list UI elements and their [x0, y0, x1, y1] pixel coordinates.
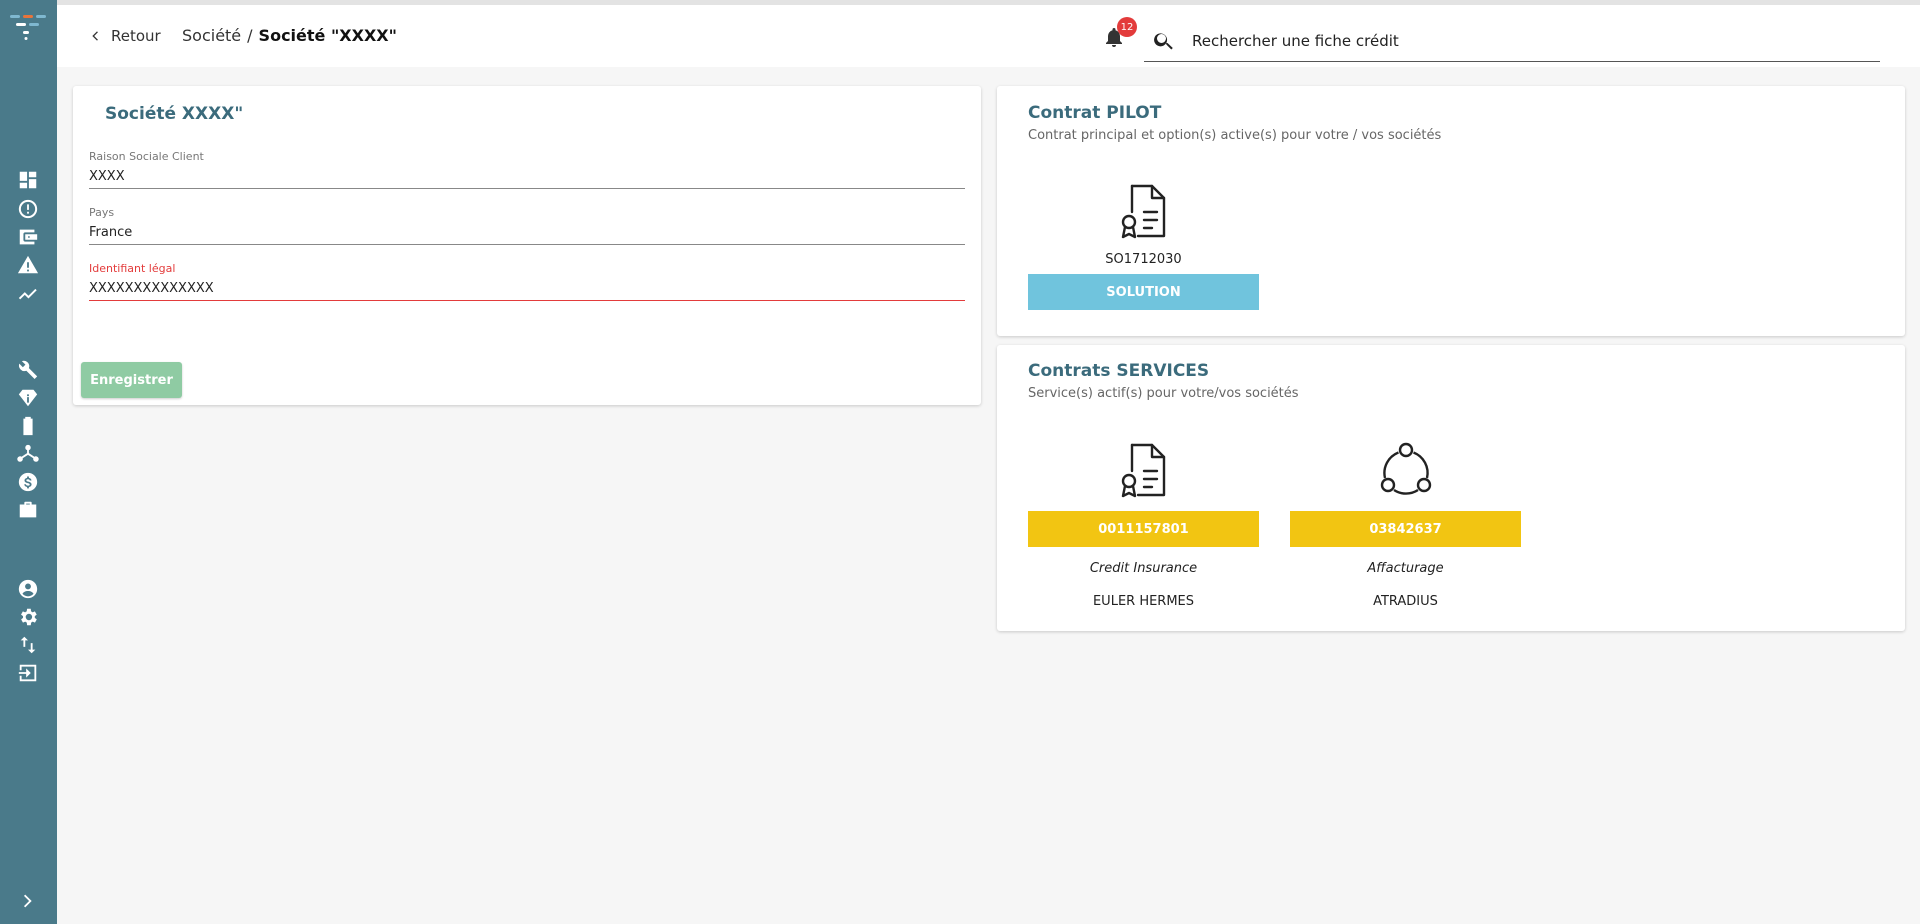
- service-contract-number[interactable]: 0011157801: [1028, 511, 1259, 547]
- top-header: Retour Société / Société "XXXX" 12: [57, 5, 1920, 67]
- services-card-subtitle: Service(s) actif(s) pour votre/vos socié…: [1028, 386, 1299, 401]
- service-contract-type: Credit Insurance: [1089, 561, 1198, 576]
- battery-icon[interactable]: [16, 414, 40, 438]
- back-button[interactable]: Retour: [87, 27, 161, 45]
- service-contract-number[interactable]: 03842637: [1290, 511, 1521, 547]
- breadcrumb: Société / Société "XXXX": [182, 26, 397, 45]
- chevron-left-icon: [92, 31, 98, 41]
- app-logo[interactable]: [8, 12, 48, 42]
- cycle-circles-icon: [1290, 441, 1521, 507]
- briefcase-icon[interactable]: [16, 498, 40, 522]
- search-input[interactable]: [1192, 31, 1872, 50]
- wrench-icon[interactable]: [16, 358, 40, 382]
- identifiant-legal-label: Identifiant légal: [89, 262, 176, 275]
- breadcrumb-parent[interactable]: Société: [182, 26, 241, 45]
- network-icon[interactable]: [16, 442, 40, 466]
- pays-value[interactable]: France: [89, 219, 965, 245]
- search-bar: [1144, 20, 1880, 62]
- service-contract-item[interactable]: 0011157801 Credit Insurance EULER HERMES: [1028, 441, 1259, 609]
- pilot-contract-item[interactable]: SO1712030 SOLUTION: [1028, 182, 1259, 310]
- pilot-card-title: Contrat PILOT: [1028, 103, 1162, 123]
- dollar-icon[interactable]: [16, 470, 40, 494]
- identifiant-legal-field[interactable]: Identifiant légal XXXXXXXXXXXXXX: [89, 262, 965, 301]
- certificate-document-icon: [1028, 182, 1259, 248]
- service-contract-provider: ATRADIUS: [1373, 594, 1438, 609]
- save-button[interactable]: Enregistrer: [81, 362, 182, 398]
- pilot-contract-card: Contrat PILOT Contrat principal et optio…: [997, 86, 1905, 336]
- diamond-info-icon[interactable]: [16, 386, 40, 410]
- chevron-right-icon[interactable]: [16, 889, 40, 913]
- company-card-title: Société XXXX": [105, 104, 244, 124]
- dashboard-icon[interactable]: [16, 168, 40, 192]
- services-card-title: Contrats SERVICES: [1028, 361, 1210, 381]
- account-icon[interactable]: [16, 577, 40, 601]
- breadcrumb-separator: /: [247, 26, 253, 45]
- pilot-contract-code: SO1712030: [1105, 252, 1182, 267]
- sidebar: [0, 0, 57, 924]
- trend-icon[interactable]: [16, 281, 40, 305]
- wallet-icon[interactable]: [16, 225, 40, 249]
- raison-sociale-label: Raison Sociale Client: [89, 150, 204, 163]
- raison-sociale-value[interactable]: XXXX: [89, 163, 965, 189]
- pilot-contract-bar[interactable]: SOLUTION: [1028, 274, 1259, 310]
- swap-icon[interactable]: [16, 633, 40, 657]
- services-contract-card: Contrats SERVICES Service(s) actif(s) po…: [997, 345, 1905, 631]
- service-contract-type: Affacturage: [1367, 561, 1444, 576]
- breadcrumb-current: Société "XXXX": [258, 26, 397, 45]
- warning-icon[interactable]: [16, 253, 40, 277]
- company-card: Société XXXX" Raison Sociale Client XXXX…: [73, 86, 981, 405]
- raison-sociale-field[interactable]: Raison Sociale Client XXXX: [89, 150, 965, 189]
- pilot-card-subtitle: Contrat principal et option(s) active(s)…: [1028, 128, 1442, 143]
- notifications-badge: 12: [1117, 17, 1137, 37]
- certificate-document-icon: [1028, 441, 1259, 507]
- alert-circle-icon[interactable]: [16, 197, 40, 221]
- pays-label: Pays: [89, 206, 115, 219]
- search-icon[interactable]: [1152, 29, 1176, 53]
- identifiant-legal-value[interactable]: XXXXXXXXXXXXXX: [89, 275, 965, 301]
- pays-field[interactable]: Pays France: [89, 206, 965, 245]
- service-contract-provider: EULER HERMES: [1092, 594, 1195, 609]
- service-contract-item[interactable]: 03842637 Affacturage ATRADIUS: [1290, 441, 1521, 609]
- settings-icon[interactable]: [16, 605, 40, 629]
- logout-icon[interactable]: [16, 661, 40, 685]
- back-label: Retour: [111, 27, 161, 45]
